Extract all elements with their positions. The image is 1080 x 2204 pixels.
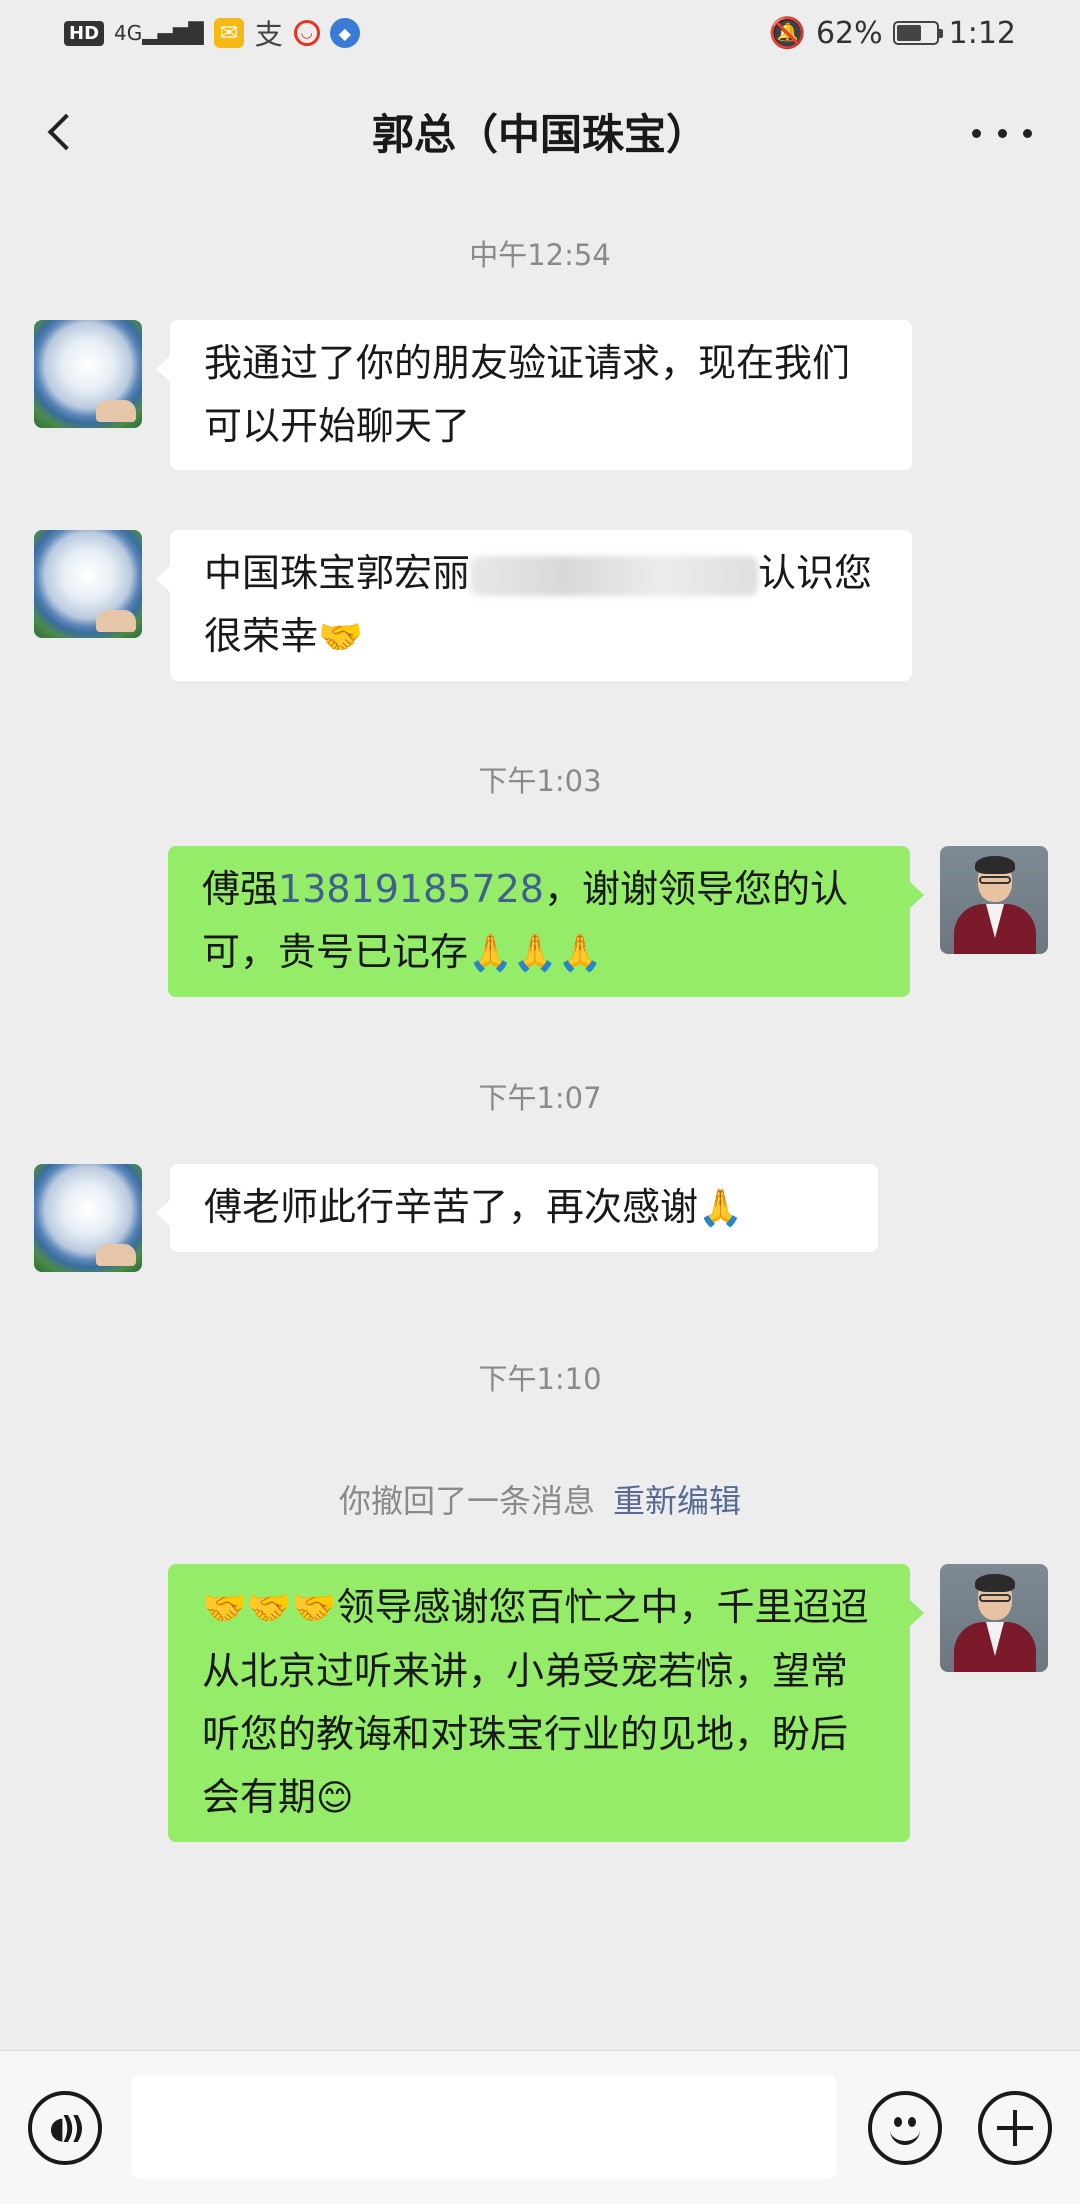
battery-percent: 62% [815,15,883,51]
pray-emoji: 🙏🙏🙏 [468,933,603,974]
mute-icon: 🔕 [768,15,806,51]
message-text: 傅老师此行辛苦了，再次感谢 [204,1185,699,1229]
handshake-emoji: 🤝🤝🤝 [202,1588,337,1629]
message-bubble-incoming[interactable]: 傅老师此行辛苦了，再次感谢🙏 [156,1164,878,1252]
message-text: 我通过了你的朋友验证请求，现在我们可以开始聊天了 [204,341,851,448]
message-text: 中国珠宝郭宏丽 [204,551,471,595]
app-notification-icon: ◡ [293,20,320,46]
recall-text: 你撤回了一条消息 [338,1482,595,1520]
more-options-icon[interactable] [972,108,1032,158]
input-bar: ◖)) [0,2050,1080,2204]
status-left: HD 4G▂▄▆█ ✉ 支 ◡ ◆ [64,18,360,51]
my-avatar[interactable] [940,1564,1048,1672]
timestamp: 下午1:10 [478,1362,602,1396]
alipay-notification-icon: 支 [254,18,283,51]
status-bar: HD 4G▂▄▆█ ✉ 支 ◡ ◆ 🔕 62% 1:12 [0,0,1080,66]
message-text: 傅强 [202,867,279,911]
timestamp: 中午12:54 [469,238,611,272]
contact-avatar[interactable] [34,530,142,638]
message-input[interactable] [132,2075,836,2179]
back-arrow-icon[interactable] [36,104,86,160]
message-bubble-outgoing[interactable]: 傅强13819185728，谢谢领导您的认可，贵号已记存🙏🙏🙏 [168,846,924,997]
my-avatar[interactable] [940,846,1048,954]
recall-notice: 你撤回了一条消息 重新编辑 [0,1476,1080,1522]
timestamp: 下午1:07 [478,1081,602,1115]
message-bubble-incoming[interactable]: 中国珠宝郭宏丽13851000000认识您很荣幸🤝 [156,530,912,681]
status-right: 🔕 62% 1:12 [769,16,1016,51]
smile-emoji: 😊 [316,1778,354,1819]
chat-header: 郭总（中国珠宝） [0,66,1080,196]
pray-emoji: 🙏 [698,1188,743,1229]
phone-number-link[interactable]: 13819185728 [278,867,544,911]
re-edit-link[interactable]: 重新编辑 [613,1482,741,1520]
signal-icon: 4G▂▄▆█ [114,21,204,45]
emoji-icon[interactable] [868,2091,942,2165]
contact-avatar[interactable] [34,320,142,428]
network-type: 4G [114,21,143,45]
contact-avatar[interactable] [34,1164,142,1272]
battery-icon [892,21,943,45]
message-bubble-outgoing[interactable]: 🤝🤝🤝领导感谢您百忙之中，千里迢迢从北京过听来讲，小弟受宠若惊，望常听您的教诲和… [168,1564,924,1842]
chat-title[interactable]: 郭总（中国珠宝） [372,101,708,162]
message-bubble-incoming[interactable]: 我通过了你的朋友验证请求，现在我们可以开始聊天了 [156,320,912,470]
clock: 1:12 [948,15,1016,51]
plus-icon[interactable] [978,2091,1052,2165]
blurred-phone-number: 13851000000 [470,555,758,596]
handshake-emoji: 🤝 [318,617,363,658]
hd-indicator: HD [64,20,105,46]
timestamp: 下午1:03 [478,764,602,798]
voice-icon[interactable]: ◖)) [28,2091,102,2165]
browser-notification-icon: ◆ [329,18,360,48]
mail-notification-icon: ✉ [213,18,244,48]
